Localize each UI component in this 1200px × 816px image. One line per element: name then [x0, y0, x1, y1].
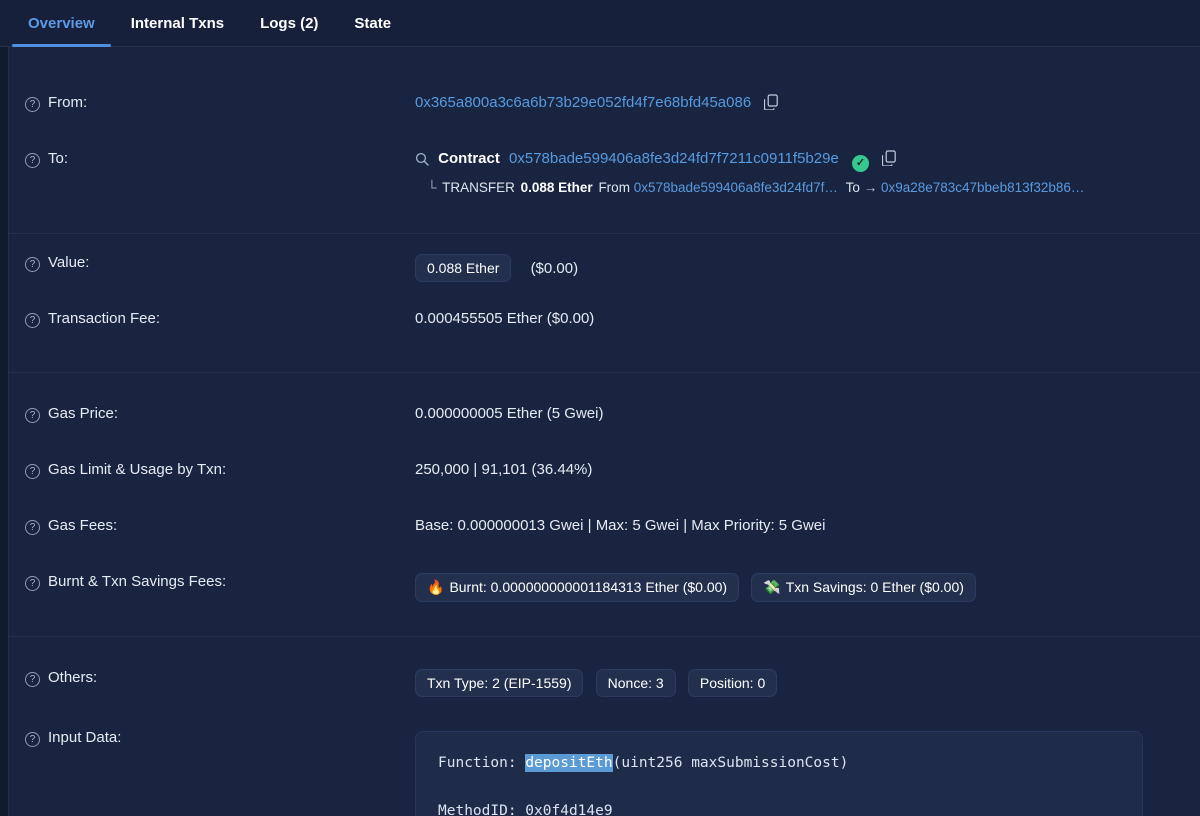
transaction-fee-label: Transaction Fee: — [48, 310, 160, 327]
left-edge-stripe — [0, 47, 8, 816]
input-data-label: Input Data: — [48, 729, 121, 746]
help-icon[interactable]: ? — [25, 97, 40, 112]
row-to: ? To: Contract 0x578bade599406a8fe3d24fd… — [9, 148, 1200, 195]
help-icon[interactable]: ? — [25, 408, 40, 423]
help-icon[interactable]: ? — [25, 732, 40, 747]
arrow-right-icon: → — [864, 180, 878, 195]
function-prefix: Function: — [438, 755, 525, 771]
row-gas-price-label-group: ? Gas Price: — [25, 403, 415, 423]
to-contract-address-link[interactable]: 0x578bade599406a8fe3d24fd7f7211c0911f5b2… — [509, 150, 839, 167]
to-label: To: — [48, 150, 68, 167]
row-to-label-group: ? To: — [25, 148, 415, 168]
tab-overview[interactable]: Overview — [10, 0, 113, 46]
code-blank-line — [438, 776, 1120, 798]
nonce-chip: Nonce: 3 — [596, 669, 676, 697]
row-from: ? From: 0x365a800a3c6a6b73b29e052fd4f7e6… — [9, 92, 1200, 122]
transfer-from-word: From — [598, 180, 630, 195]
help-icon[interactable]: ? — [25, 520, 40, 535]
from-label: From: — [48, 94, 87, 111]
tab-internal-txns[interactable]: Internal Txns — [113, 0, 242, 46]
overview-card: ? From: 0x365a800a3c6a6b73b29e052fd4f7e6… — [8, 47, 1200, 816]
help-icon[interactable]: ? — [25, 576, 40, 591]
transfer-to-word: To — [846, 180, 860, 195]
row-burnt-savings: ? Burnt & Txn Savings Fees: 🔥 Burnt: 0.00… — [9, 571, 1200, 602]
function-name-highlight: depositEth — [525, 754, 612, 772]
transfer-to-address-link[interactable]: 0x9a28e783c47bbeb813f32b86… — [881, 180, 1084, 195]
fire-icon: 🔥 — [427, 579, 444, 595]
row-value-amount: ? Value: 0.088 Ether ($0.00) — [9, 252, 1200, 282]
row-value-label-group: ? Value: — [25, 252, 415, 272]
internal-transfer-row: └ TRANSFER 0.088 Ether From 0x578bade599… — [427, 180, 1200, 195]
row-others: ? Others: Txn Type: 2 (EIP-1559) Nonce: … — [9, 667, 1200, 697]
row-gas-fees-label-group: ? Gas Fees: — [25, 515, 415, 535]
row-others-label-group: ? Others: — [25, 667, 415, 687]
gas-fees-value: Base: 0.000000013 Gwei | Max: 5 Gwei | M… — [415, 515, 1200, 534]
burnt-savings-value: 🔥 Burnt: 0.000000000001184313 Ether ($0.0… — [415, 571, 1200, 602]
tab-bar: Overview Internal Txns Logs (2) State — [0, 0, 1200, 47]
copy-icon[interactable] — [764, 94, 778, 114]
magnifier-icon — [415, 152, 429, 170]
value-amount-chip: 0.088 Ether — [415, 254, 511, 282]
gas-limit-usage-value: 250,000 | 91,101 (36.44%) — [415, 459, 1200, 478]
row-to-value: Contract 0x578bade599406a8fe3d24fd7f7211… — [415, 148, 1200, 195]
burnt-fee-text: Burnt: 0.000000000001184313 Ether ($0.00… — [449, 579, 727, 595]
method-id-line: MethodID: 0x0f4d14e9 — [438, 803, 613, 816]
value-label: Value: — [48, 254, 89, 271]
burnt-fee-chip: 🔥 Burnt: 0.000000000001184313 Ether ($0.0… — [415, 573, 739, 602]
transfer-amount: 0.088 Ether — [521, 180, 593, 195]
tab-state-label: State — [354, 15, 391, 32]
transaction-details-page: Overview Internal Txns Logs (2) State ? … — [0, 0, 1200, 816]
burnt-savings-label: Burnt & Txn Savings Fees: — [48, 573, 226, 590]
row-gas-limit-usage: ? Gas Limit & Usage by Txn: 250,000 | 91… — [9, 459, 1200, 489]
help-icon[interactable]: ? — [25, 672, 40, 687]
row-from-label-group: ? From: — [25, 92, 415, 112]
verified-check-icon: ✓ — [852, 155, 869, 172]
row-gas-fees: ? Gas Fees: Base: 0.000000013 Gwei | Max… — [9, 515, 1200, 545]
gas-price-value: 0.000000005 Ether (5 Gwei) — [415, 403, 1200, 422]
row-gas-price: ? Gas Price: 0.000000005 Ether (5 Gwei) — [9, 403, 1200, 433]
contract-label: Contract — [438, 150, 500, 167]
help-icon[interactable]: ? — [25, 313, 40, 328]
others-value: Txn Type: 2 (EIP-1559) Nonce: 3 Position… — [415, 667, 1200, 697]
from-address-link[interactable]: 0x365a800a3c6a6b73b29e052fd4f7e68bfd45a0… — [415, 94, 751, 111]
tree-corner-icon: └ — [427, 180, 436, 195]
position-chip: Position: 0 — [688, 669, 777, 697]
tab-internal-txns-label: Internal Txns — [131, 15, 224, 32]
row-burnt-savings-label-group: ? Burnt & Txn Savings Fees: — [25, 571, 415, 591]
row-gas-limit-label-group: ? Gas Limit & Usage by Txn: — [25, 459, 415, 479]
others-label: Others: — [48, 669, 97, 686]
txn-type-chip: Txn Type: 2 (EIP-1559) — [415, 669, 583, 697]
row-value-content: 0.088 Ether ($0.00) — [415, 252, 1200, 282]
function-suffix: (uint256 maxSubmissionCost) — [613, 755, 849, 771]
input-data-codebox[interactable]: Function: depositEth(uint256 maxSubmissi… — [415, 731, 1143, 816]
input-data-value: Function: depositEth(uint256 maxSubmissi… — [415, 727, 1200, 816]
gas-limit-label: Gas Limit & Usage by Txn: — [48, 461, 226, 478]
help-icon[interactable]: ? — [25, 464, 40, 479]
row-from-value: 0x365a800a3c6a6b73b29e052fd4f7e68bfd45a0… — [415, 92, 1200, 114]
row-input-data: ? Input Data: Function: depositEth(uint2… — [9, 727, 1200, 816]
row-transaction-fee: ? Transaction Fee: 0.000455505 Ether ($0… — [9, 308, 1200, 338]
transfer-action-label: TRANSFER — [442, 180, 515, 195]
tab-state[interactable]: State — [336, 0, 409, 46]
gas-fees-label: Gas Fees: — [48, 517, 117, 534]
value-usd: ($0.00) — [531, 260, 579, 277]
tab-logs[interactable]: Logs (2) — [242, 0, 336, 46]
row-input-data-label-group: ? Input Data: — [25, 727, 415, 747]
gas-price-label: Gas Price: — [48, 405, 118, 422]
help-icon[interactable]: ? — [25, 257, 40, 272]
help-icon[interactable]: ? — [25, 153, 40, 168]
txn-savings-text: Txn Savings: 0 Ether ($0.00) — [786, 579, 964, 595]
txn-savings-chip: 💸 Txn Savings: 0 Ether ($0.00) — [751, 573, 976, 602]
tab-overview-label: Overview — [28, 15, 95, 32]
money-wings-icon: 💸 — [763, 579, 780, 595]
tab-logs-label: Logs (2) — [260, 15, 318, 32]
transfer-from-address-link[interactable]: 0x578bade599406a8fe3d24fd7f… — [634, 180, 838, 195]
transaction-fee-value: 0.000455505 Ether ($0.00) — [415, 308, 1200, 327]
row-transaction-fee-label-group: ? Transaction Fee: — [25, 308, 415, 328]
copy-icon[interactable] — [882, 150, 896, 170]
